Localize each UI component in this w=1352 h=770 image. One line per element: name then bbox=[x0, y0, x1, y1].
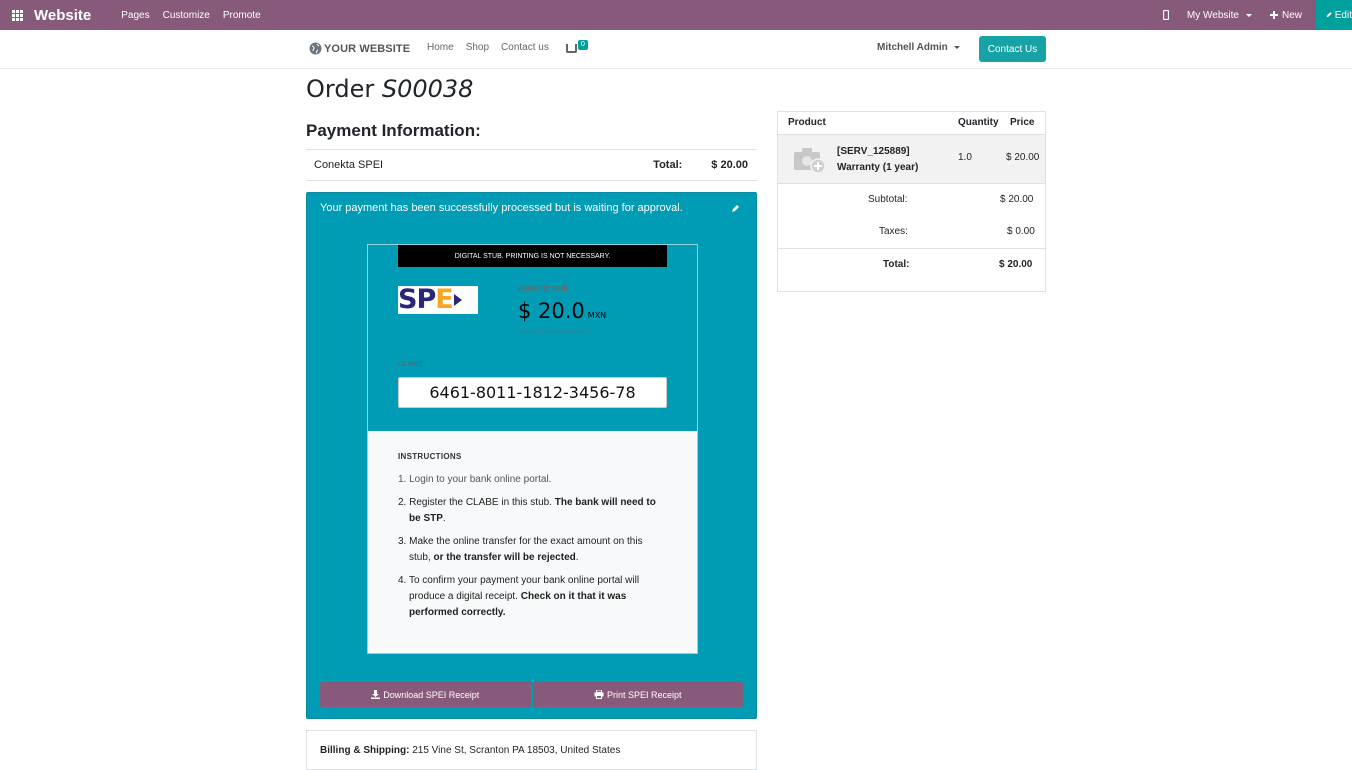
summary-header: Product Quantity Price bbox=[778, 112, 1045, 135]
instruction-step-1: 1. Login to your bank online portal. bbox=[398, 474, 552, 485]
instruction-step-4: 4. To confirm your payment your bank onl… bbox=[398, 575, 640, 618]
new-button[interactable]: New bbox=[1269, 9, 1302, 21]
alert-message: Your payment has been successfully proce… bbox=[320, 202, 683, 214]
taxes-value: $ 0.00 bbox=[1007, 226, 1035, 237]
payment-status-alert: Your payment has been successfully proce… bbox=[306, 192, 757, 719]
caret-down-icon bbox=[953, 46, 960, 49]
payment-total-value: $ 20.00 bbox=[711, 159, 748, 171]
cart-link[interactable]: 0 bbox=[566, 40, 588, 53]
stub-banner: DIGITAL STUB. PRINTING IS NOT NECESSARY. bbox=[398, 245, 667, 267]
website-navbar: YOUR WEBSITE Home Shop Contact us 0 Mitc… bbox=[0, 30, 1352, 69]
payment-row: Conekta SPEI Total: $ 20.00 bbox=[306, 150, 757, 181]
logo-text: YOUR WEBSITE bbox=[324, 42, 411, 55]
product-name[interactable]: [SERV_125889] Warranty (1 year) bbox=[837, 144, 918, 176]
cart-icon bbox=[566, 44, 577, 53]
print-receipt-button[interactable]: Print SPEI Receipt bbox=[532, 682, 743, 707]
print-label: Print SPEI Receipt bbox=[606, 689, 682, 700]
total-label: Total: bbox=[883, 259, 910, 270]
edit-label: Edit bbox=[1334, 9, 1352, 21]
user-name: Mitchell Admin bbox=[877, 42, 948, 53]
pencil-icon bbox=[1326, 12, 1332, 18]
billing-shipping: Billing & Shipping: 215 Vine St, Scranto… bbox=[306, 730, 757, 770]
download-label: Download SPEI Receipt bbox=[383, 689, 480, 700]
instruction-step-2: 2. Register the CLABE in this stub. The … bbox=[398, 497, 656, 524]
my-website-dropdown[interactable]: My Website bbox=[1187, 10, 1252, 21]
header-product: Product bbox=[788, 117, 826, 128]
product-title: Warranty (1 year) bbox=[837, 162, 919, 173]
user-menu[interactable]: Mitchell Admin bbox=[877, 42, 960, 53]
billing-address: 215 Vine St, Scranton PA 18503, United S… bbox=[409, 745, 621, 756]
download-icon bbox=[371, 690, 381, 699]
total-value: $ 20.00 bbox=[999, 259, 1033, 270]
camera-icon bbox=[794, 148, 826, 174]
order-number: S00038 bbox=[381, 75, 474, 103]
instruction-step-3: 3. Make the online transfer for the exac… bbox=[398, 536, 643, 563]
divider bbox=[778, 248, 1045, 249]
print-icon bbox=[594, 690, 604, 699]
payment-heading: Payment Information: bbox=[306, 121, 481, 140]
odoo-topbar: Website Pages Customize Promote My Websi… bbox=[0, 0, 1352, 30]
header-quantity: Quantity bbox=[958, 117, 999, 128]
mobile-preview-button[interactable] bbox=[1162, 10, 1169, 20]
page-title: Order S00038 bbox=[306, 75, 473, 103]
header-price: Price bbox=[1010, 117, 1035, 128]
instructions-title: INSTRUCTIONS bbox=[398, 452, 462, 461]
plus-icon bbox=[1269, 11, 1278, 19]
apps-menu-button[interactable] bbox=[0, 0, 34, 30]
nav-home[interactable]: Home bbox=[427, 42, 454, 53]
table-row: [SERV_125889] Warranty (1 year) 1.0 $ 20… bbox=[778, 135, 1045, 184]
clabe-value: 6461-8011-1812-3456-78 bbox=[398, 377, 667, 408]
product-price: $ 20.00 bbox=[1006, 152, 1040, 163]
pencil-icon[interactable] bbox=[731, 204, 740, 213]
amount-value: $ 20.0 bbox=[518, 299, 585, 323]
nav-shop[interactable]: Shop bbox=[466, 42, 489, 53]
transfer-note: Transfer this exact amount. bbox=[518, 330, 591, 336]
order-summary: Product Quantity Price [SERV_125889] War… bbox=[777, 111, 1046, 292]
clabe-label: CLABE bbox=[398, 361, 424, 368]
amount-currency: MXN bbox=[587, 311, 607, 320]
edit-button[interactable]: Edit bbox=[1316, 0, 1352, 30]
new-label: New bbox=[1281, 9, 1302, 21]
instructions-panel: INSTRUCTIONS 1. Login to your bank onlin… bbox=[368, 431, 697, 653]
subtotal-value: $ 20.00 bbox=[1000, 194, 1034, 205]
app-brand[interactable]: Website bbox=[34, 7, 91, 24]
mobile-icon bbox=[1162, 10, 1169, 20]
caret-down-icon bbox=[1245, 13, 1252, 17]
payment-method: Conekta SPEI bbox=[314, 159, 384, 171]
billing-label: Billing & Shipping: bbox=[320, 745, 410, 756]
apps-grid-icon bbox=[11, 9, 23, 21]
amount-due-value: $ 20.0 MXN bbox=[518, 299, 606, 323]
download-receipt-button[interactable]: Download SPEI Receipt bbox=[320, 682, 531, 707]
my-website-label: My Website bbox=[1186, 9, 1239, 21]
payment-total-label: Total: bbox=[653, 159, 683, 171]
spei-logo: SP E bbox=[398, 286, 478, 314]
contact-us-button[interactable]: Contact Us bbox=[979, 36, 1046, 62]
website-logo[interactable]: YOUR WEBSITE bbox=[309, 42, 410, 55]
menu-pages[interactable]: Pages bbox=[121, 10, 149, 21]
subtotal-label: Subtotal: bbox=[868, 194, 908, 205]
nav-contact[interactable]: Contact us bbox=[501, 42, 549, 53]
globe-icon bbox=[309, 42, 322, 55]
product-code: [SERV_125889] bbox=[837, 146, 910, 157]
spei-stub: DIGITAL STUB. PRINTING IS NOT NECESSARY.… bbox=[367, 244, 698, 654]
menu-promote[interactable]: Promote bbox=[223, 10, 261, 21]
product-quantity: 1.0 bbox=[958, 152, 972, 163]
taxes-label: Taxes: bbox=[879, 226, 908, 237]
menu-customize[interactable]: Customize bbox=[163, 10, 210, 21]
amount-due-label: AMOUNT DUE bbox=[518, 286, 569, 293]
cart-count-badge: 0 bbox=[578, 40, 588, 50]
order-prefix: Order bbox=[306, 75, 375, 103]
